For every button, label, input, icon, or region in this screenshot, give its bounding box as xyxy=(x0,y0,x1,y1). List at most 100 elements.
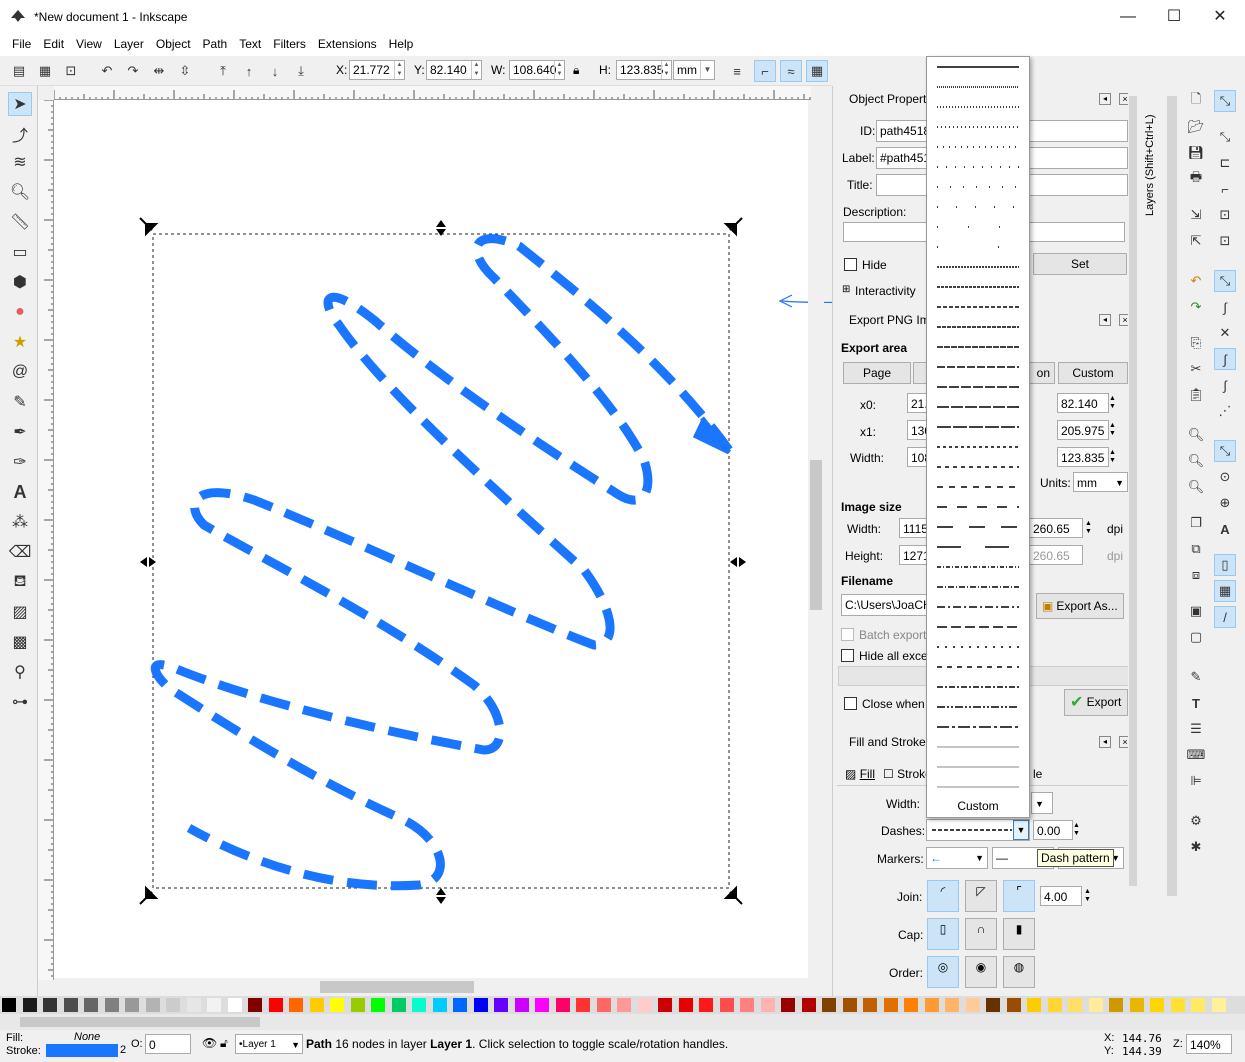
color-swatch[interactable] xyxy=(227,998,242,1012)
snap-nodes-icon[interactable]: ⤡ xyxy=(1214,270,1236,292)
y0-input[interactable]: 82.140 xyxy=(1057,393,1109,413)
color-swatch[interactable] xyxy=(781,998,795,1012)
cap-round-button[interactable]: ∩ xyxy=(965,918,997,950)
color-swatch[interactable] xyxy=(473,998,488,1012)
h-spin-arrows-icon[interactable]: ▲ ▼ xyxy=(661,61,671,79)
snap-enable-icon[interactable]: ⤡ xyxy=(1214,90,1236,112)
zoom-page-icon[interactable]: 🔍︎ xyxy=(1185,476,1207,498)
open-icon[interactable]: 📂︎ xyxy=(1185,116,1207,138)
filename-input[interactable]: C:\Users\JoaCH xyxy=(841,594,927,616)
custom-button[interactable]: Custom xyxy=(1058,362,1128,384)
color-swatch[interactable] xyxy=(719,998,734,1012)
opacity-input[interactable]: 0 xyxy=(145,1034,191,1054)
ungroup-icon[interactable]: ▢ xyxy=(1185,626,1207,648)
menu-text[interactable]: Text xyxy=(233,34,267,51)
join-bevel-button[interactable]: ◸ xyxy=(965,880,997,912)
scale-handles[interactable] xyxy=(139,217,746,905)
select-all-layers-icon[interactable]: ▦ xyxy=(34,60,56,82)
tab-stroke-paint[interactable]: ☐ Stroke xyxy=(883,767,932,781)
join-round-button[interactable]: ◜ xyxy=(927,880,959,912)
color-swatch[interactable] xyxy=(863,998,877,1012)
node-tool-icon[interactable]: ⤴ xyxy=(8,122,32,146)
flip-horizontal-icon[interactable]: ⇹ xyxy=(148,60,170,82)
spin-arrows-icon[interactable]: ▲ ▼ xyxy=(1073,822,1080,838)
w-spin-arrows-icon[interactable]: ▲ ▼ xyxy=(554,61,564,79)
new-document-icon[interactable]: 🗋 xyxy=(1185,90,1207,112)
menu-help[interactable]: Help xyxy=(383,34,420,51)
snap-path-icon[interactable]: ∫ xyxy=(1214,296,1236,318)
snap-smooth-nodes-icon[interactable]: ∫ xyxy=(1214,374,1236,396)
zoom-selection-icon[interactable]: 🔍︎ xyxy=(1185,424,1207,446)
transform-pattern-icon[interactable]: ▦ xyxy=(806,60,828,82)
lower-to-bottom-icon[interactable]: ⤓ xyxy=(290,60,312,82)
layers-tab[interactable]: Layers (Shift+Ctrl+L) xyxy=(1144,96,1156,216)
y-input[interactable]: 82.140 ▲ ▼ xyxy=(426,60,482,80)
color-swatch[interactable] xyxy=(1109,998,1123,1012)
snap-guide-icon[interactable]: / xyxy=(1214,606,1236,628)
color-swatch[interactable] xyxy=(658,998,672,1012)
color-swatch[interactable] xyxy=(371,998,385,1012)
color-swatch[interactable] xyxy=(535,998,549,1012)
color-swatch[interactable] xyxy=(1170,998,1185,1012)
gradient-tool-icon[interactable]: ▨ xyxy=(8,600,32,624)
rotate-ccw-icon[interactable]: ↶ xyxy=(96,60,118,82)
paint-bucket-tool-icon[interactable]: ⛾ xyxy=(8,570,32,594)
color-swatch[interactable] xyxy=(289,998,303,1012)
hide-all-checkbox[interactable] xyxy=(841,649,854,662)
color-swatch[interactable] xyxy=(412,998,426,1012)
color-swatch[interactable] xyxy=(391,998,406,1012)
clone-icon[interactable]: ⧉ xyxy=(1185,538,1207,560)
miter-limit-input[interactable]: 4.00 xyxy=(1040,886,1082,906)
color-swatch[interactable] xyxy=(1006,998,1021,1012)
connector-tool-icon[interactable]: ⊶ xyxy=(8,690,32,714)
spin-arrows-icon[interactable]: ▲ ▼ xyxy=(1109,422,1116,438)
color-swatch[interactable] xyxy=(678,998,693,1012)
eye-icon[interactable]: 👁︎ xyxy=(202,1036,217,1050)
color-swatch[interactable] xyxy=(22,998,37,1012)
menu-extensions[interactable]: Extensions xyxy=(312,34,383,51)
color-swatch[interactable] xyxy=(43,998,57,1012)
horizontal-scroll-thumb[interactable] xyxy=(320,981,474,993)
vertical-scroll-thumb[interactable] xyxy=(810,460,822,610)
spray-tool-icon[interactable]: ⁂ xyxy=(8,510,32,534)
color-swatch[interactable] xyxy=(924,998,939,1012)
color-swatch[interactable] xyxy=(760,998,775,1012)
y-spin-arrows-icon[interactable]: ▲ ▼ xyxy=(471,61,481,79)
batch-export-checkbox[interactable] xyxy=(841,628,854,641)
color-swatch[interactable] xyxy=(268,998,283,1012)
color-swatch[interactable] xyxy=(350,998,365,1012)
text-font-icon[interactable]: T xyxy=(1185,692,1207,714)
x-spin-arrows-icon[interactable]: ▲ ▼ xyxy=(394,61,404,79)
raise-to-top-icon[interactable]: ⤒ xyxy=(212,60,234,82)
transform-stroke-icon[interactable]: ≡ xyxy=(726,60,748,82)
mesh-tool-icon[interactable]: ▩ xyxy=(8,630,32,654)
export-units-select[interactable]: mm ▼ xyxy=(1073,472,1128,492)
spin-arrows-icon[interactable]: ▲ ▼ xyxy=(1109,395,1116,411)
save-icon[interactable]: 💾︎ xyxy=(1185,142,1207,164)
tab-stroke-style[interactable]: le xyxy=(1033,767,1042,781)
snap-cusp-nodes-icon[interactable]: ∫ xyxy=(1214,348,1236,370)
print-icon[interactable]: 🖶 xyxy=(1185,168,1207,190)
tab-fill[interactable]: ▨ Fill xyxy=(845,767,875,781)
menu-filters[interactable]: Filters xyxy=(267,34,312,51)
dropper-tool-icon[interactable]: ⚲ xyxy=(8,660,32,684)
color-swatch[interactable] xyxy=(1129,998,1144,1012)
color-swatch[interactable] xyxy=(842,998,857,1012)
layers-tab-scrollbar[interactable] xyxy=(1167,96,1177,896)
dashed-spiral-path[interactable] xyxy=(150,234,733,891)
color-swatch[interactable] xyxy=(576,998,590,1012)
color-swatch[interactable] xyxy=(145,998,160,1012)
pen-tool-icon[interactable]: ✒ xyxy=(8,420,32,444)
xml-editor-icon[interactable]: ⌨ xyxy=(1185,744,1207,766)
interactivity-label[interactable]: Interactivity xyxy=(855,284,916,298)
color-swatch[interactable] xyxy=(555,998,570,1012)
minimize-panel-icon[interactable]: ◂ xyxy=(1099,736,1111,748)
close-button[interactable]: ✕ xyxy=(1197,0,1243,34)
snap-others-icon[interactable]: ⤡ xyxy=(1214,440,1236,462)
drawing-canvas[interactable] xyxy=(54,100,808,980)
color-swatch[interactable] xyxy=(1068,998,1082,1012)
stroke-width-value[interactable]: 2 xyxy=(120,1044,126,1056)
snap-path-intersection-icon[interactable]: ✕ xyxy=(1214,322,1236,344)
zoom-tool-icon[interactable]: 🔍︎ xyxy=(8,180,32,204)
join-miter-button[interactable]: ⌜ xyxy=(1003,880,1035,912)
